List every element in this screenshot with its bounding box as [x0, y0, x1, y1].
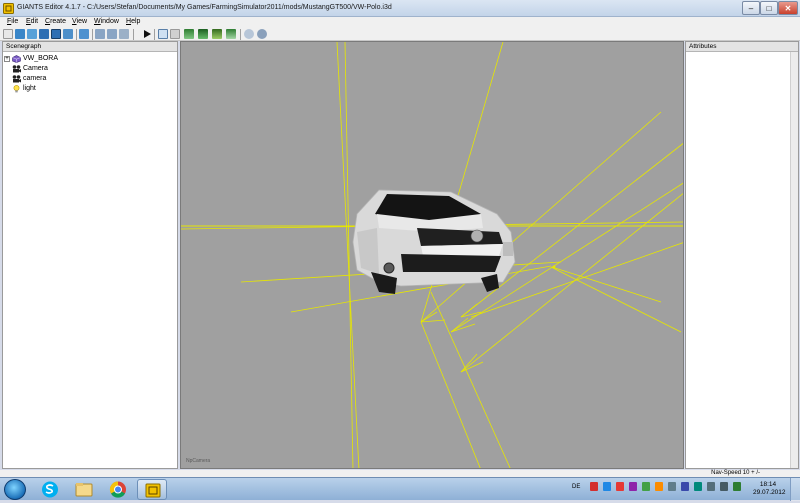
magnet-icon[interactable]	[170, 29, 180, 39]
arrow-head	[420, 311, 446, 323]
menu-window[interactable]: Window	[94, 18, 119, 25]
attributes-header: Attributes	[686, 42, 798, 52]
reload-icon[interactable]	[79, 29, 89, 39]
scenegraph-panel: Scenegraph + VW_BORA Camera camera light	[2, 41, 178, 469]
toolbar-separator	[240, 29, 241, 40]
clock-time: 18:14	[759, 481, 777, 488]
camera-settings-icon[interactable]	[257, 29, 267, 39]
play-icon[interactable]	[142, 29, 152, 39]
camera-icon	[12, 65, 21, 73]
toolbar-separator	[92, 29, 93, 40]
show-desktop-button[interactable]	[790, 478, 800, 501]
light-origin-point	[552, 265, 556, 269]
light-ray-line	[550, 266, 682, 333]
scenegraph-item-vw-bora[interactable]: + VW_BORA	[3, 54, 173, 64]
tray-app-icon[interactable]	[629, 482, 637, 491]
windows-taskbar: DE 18:14 29.07.2012	[0, 477, 800, 501]
foliage-icon[interactable]	[212, 29, 222, 39]
scenegraph-item-label: Camera	[23, 65, 48, 72]
settings-icon[interactable]	[244, 29, 254, 39]
skype-icon	[42, 481, 58, 498]
car-model[interactable]	[352, 189, 516, 294]
tray-app-icon[interactable]	[590, 482, 598, 491]
open-icon[interactable]	[15, 29, 25, 39]
giants-app-icon	[3, 3, 14, 14]
clock-date: 29.07.2012	[753, 489, 786, 496]
attributes-scrollbar[interactable]	[790, 52, 798, 468]
minimize-button[interactable]: ‒	[742, 1, 760, 15]
explorer-taskbar-button[interactable]	[69, 479, 99, 500]
reload-icon[interactable]	[63, 29, 73, 39]
tray-app-icon[interactable]	[642, 482, 650, 491]
taskbar-clock[interactable]: 18:14 29.07.2012	[753, 481, 786, 497]
tray-app-icon[interactable]	[655, 482, 663, 491]
close-button[interactable]: ✕	[778, 1, 798, 15]
expand-toggle-icon[interactable]: +	[4, 56, 10, 62]
maximize-button[interactable]: □	[760, 1, 778, 15]
viewport-camera-label: NpCamera	[186, 458, 211, 464]
viewport-scene	[181, 42, 683, 468]
select-icon[interactable]	[158, 29, 168, 39]
save-icon[interactable]	[39, 29, 49, 39]
title-bar: GIANTS Editor 4.1.7 - C:/Users/Stefan/Do…	[0, 0, 800, 17]
chrome-icon	[109, 481, 126, 498]
tray-app-icon[interactable]	[616, 482, 624, 491]
tray-app-icon[interactable]	[603, 482, 611, 491]
nav-speed-status: Nav-Speed 10 + /-	[711, 470, 760, 476]
scenegraph-item-label: light	[23, 85, 36, 92]
new-icon[interactable]	[3, 29, 13, 39]
toolbar	[0, 28, 800, 41]
volume-icon[interactable]	[720, 482, 728, 491]
menu-create[interactable]: Create	[45, 18, 66, 25]
scenegraph-item-light[interactable]: light	[3, 84, 173, 94]
lightbulb-icon	[13, 85, 20, 93]
window-title: GIANTS Editor 4.1.7 - C:/Users/Stefan/Do…	[17, 4, 392, 11]
chrome-taskbar-button[interactable]	[103, 479, 133, 500]
scenegraph-item-label: camera	[23, 75, 47, 82]
scenegraph-header: Scenegraph	[3, 42, 177, 52]
explorer-icon	[75, 483, 93, 497]
giants-editor-taskbar-button[interactable]	[137, 479, 167, 500]
light-ray-line	[554, 267, 662, 303]
save-as-icon[interactable]	[51, 29, 61, 39]
tray-app-icon[interactable]	[694, 482, 702, 491]
redo-icon[interactable]	[119, 29, 129, 39]
terrain-icon[interactable]	[184, 29, 194, 39]
menu-help[interactable]: Help	[126, 18, 140, 25]
3d-viewport[interactable]: NpCamera	[180, 41, 684, 469]
paint-icon[interactable]	[198, 29, 208, 39]
toolbar-separator	[76, 29, 77, 40]
start-button[interactable]	[4, 479, 26, 500]
action-center-icon[interactable]	[733, 482, 741, 491]
grass-icon[interactable]	[226, 29, 236, 39]
redo-icon[interactable]	[107, 29, 117, 39]
light-ray-line	[420, 321, 481, 468]
scenegraph-item-camera[interactable]: Camera	[3, 64, 173, 74]
menu-edit[interactable]: Edit	[26, 18, 38, 25]
light-ray-line	[430, 291, 511, 468]
cube-icon	[12, 55, 21, 63]
toolbar-separator	[154, 29, 155, 40]
skype-taskbar-button[interactable]	[35, 479, 65, 500]
giants-editor-icon	[145, 483, 161, 498]
tray-app-icon[interactable]	[668, 482, 676, 491]
network-icon[interactable]	[707, 482, 715, 491]
menu-file[interactable]: File	[7, 18, 18, 25]
camera-icon	[12, 75, 21, 83]
import-icon[interactable]	[27, 29, 37, 39]
attributes-panel: Attributes	[685, 41, 799, 469]
menu-view[interactable]: View	[72, 18, 87, 25]
menu-bar: File Edit Create View Window Help	[0, 17, 800, 28]
tray-app-icon[interactable]	[681, 482, 689, 491]
camera-frustum-line	[344, 42, 354, 468]
toolbar-separator	[133, 29, 134, 40]
language-indicator[interactable]: DE	[572, 484, 580, 490]
scenegraph-item-camera-2[interactable]: camera	[3, 74, 173, 84]
scenegraph-item-label: VW_BORA	[23, 55, 59, 62]
undo-icon[interactable]	[95, 29, 105, 39]
